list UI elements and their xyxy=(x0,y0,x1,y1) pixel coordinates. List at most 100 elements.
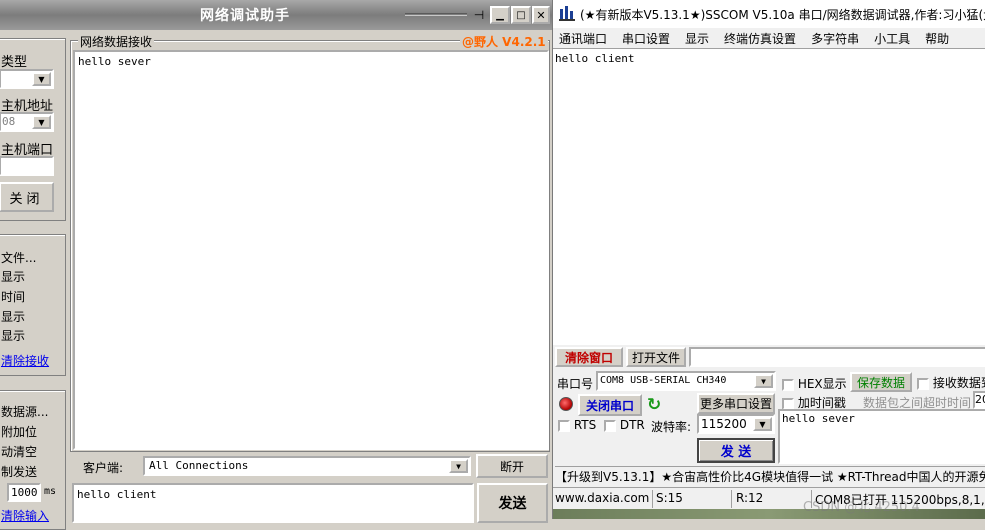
network-settings-group: 类型 ▼ 主机地址 08 ▼ 主机端口 关闭 xyxy=(0,38,66,221)
status-site-link[interactable]: www.daxia.com xyxy=(555,491,649,505)
open-file-button[interactable]: 打开文件 xyxy=(626,347,686,367)
client-label: 客户端: xyxy=(83,461,124,475)
recv-option-0[interactable]: 文件... xyxy=(1,249,36,266)
disconnect-label: 断开 xyxy=(499,459,524,474)
chevron-down-icon: ▼ xyxy=(754,374,773,388)
clear-window-button[interactable]: 清除窗口 xyxy=(555,347,623,367)
send-option-2[interactable]: 动清空 xyxy=(1,443,37,460)
left-title-divider xyxy=(405,13,467,16)
menu-help[interactable]: 帮助 xyxy=(925,32,949,46)
timeout-value: 20 xyxy=(975,393,985,406)
chevron-down-icon: ▼ xyxy=(449,459,468,473)
left-send-label: 发送 xyxy=(498,496,527,512)
type-select[interactable]: ▼ xyxy=(0,69,54,89)
recv-settings-group: 文件... 显示 时间 显示 显示 清除接收 xyxy=(0,234,66,376)
left-recv-text: hello sever xyxy=(78,55,151,68)
disconnect-button[interactable]: 断开 xyxy=(476,454,548,478)
more-serial-settings-label: 更多串口设置 xyxy=(699,397,772,411)
recv-option-3[interactable]: 显示 xyxy=(1,308,25,325)
hex-display-label: HEX显示 xyxy=(797,377,847,391)
host-addr-select[interactable]: 08 ▼ xyxy=(0,112,54,132)
close-port-button[interactable]: 关闭串口 xyxy=(578,394,642,416)
rts-label: RTS xyxy=(573,418,597,432)
dtr-label: DTR xyxy=(619,418,645,432)
recv-group-title: 网络数据接收 xyxy=(78,33,155,50)
send-settings-group: 数据源... 附加位 动清空 制发送 1000 ms 清除输入 xyxy=(0,390,66,530)
clear-recv-link[interactable]: 清除接收 xyxy=(1,352,49,369)
left-send-button[interactable]: 发送 xyxy=(477,483,548,523)
status-divider xyxy=(652,490,653,508)
right-send-label: 发 送 xyxy=(720,445,752,460)
connect-close-button[interactable]: 关闭 xyxy=(0,182,54,212)
send-option-0[interactable]: 数据源... xyxy=(1,403,48,420)
menu-display[interactable]: 显示 xyxy=(685,32,709,46)
host-port-input[interactable] xyxy=(0,156,54,176)
promo-banner[interactable]: 【升级到V5.13.1】★合宙高性价比4G模块值得一试 ★RT-Thread中国… xyxy=(555,466,985,486)
menu-tools[interactable]: 小工具 xyxy=(874,32,910,46)
right-window-title: (★有新版本V5.13.1★)SSCOM V5.10a 串口/网络数据调试器,作… xyxy=(580,8,985,22)
recv-to-file-label: 接收数据到 xyxy=(932,376,985,390)
open-file-label: 打开文件 xyxy=(631,350,680,365)
connect-close-label: 关闭 xyxy=(9,191,44,207)
menu-multi-string[interactable]: 多字符串 xyxy=(811,32,859,46)
left-window-title: 网络调试助手 xyxy=(200,8,290,24)
refresh-icon[interactable]: ↻ xyxy=(647,395,661,415)
chevron-down-icon: ▼ xyxy=(753,417,772,431)
recv-to-file-checkbox[interactable]: 接收数据到 xyxy=(917,374,985,391)
chevron-down-icon: ▼ xyxy=(32,72,51,86)
maximize-button[interactable]: □ xyxy=(511,6,531,24)
pin-icon[interactable]: ⊣ xyxy=(470,8,488,24)
hex-display-checkbox[interactable]: HEX显示 xyxy=(782,375,847,392)
menu-terminal-emulation[interactable]: 终端仿真设置 xyxy=(724,32,796,46)
rts-checkbox[interactable]: RTS xyxy=(558,418,596,432)
interval-unit: ms xyxy=(44,486,57,497)
left-send-textarea[interactable]: hello client xyxy=(72,483,474,523)
right-send-textarea[interactable]: hello sever xyxy=(778,409,985,464)
left-recv-textarea[interactable]: hello sever xyxy=(73,50,549,450)
port-select-value: COM8 USB-SERIAL CH340 xyxy=(600,375,727,386)
save-data-button[interactable]: 保存数据 xyxy=(850,372,912,392)
save-data-label: 保存数据 xyxy=(856,375,905,390)
csdn-watermark: CSDN @北.4250.4 xyxy=(803,500,920,515)
minimize-button[interactable]: ▁ xyxy=(490,6,510,24)
status-sent-count: S:15 xyxy=(656,491,683,505)
host-addr-value: 08 xyxy=(2,115,16,128)
add-timestamp-label: 加时间戳 xyxy=(797,396,846,410)
interval-input[interactable]: 1000 xyxy=(7,483,41,502)
port-select[interactable]: COM8 USB-SERIAL CH340 ▼ xyxy=(596,371,776,391)
clear-window-label: 清除窗口 xyxy=(564,350,613,365)
left-title-bar: 网络调试助手 ⊣ ▁ □ ✕ xyxy=(0,0,552,30)
recv-option-1[interactable]: 显示 xyxy=(1,268,25,285)
more-serial-settings-button[interactable]: 更多串口设置 xyxy=(697,393,775,414)
status-bar: www.daxia.com S:15 R:12 COM8已打开 115200bp… xyxy=(553,487,985,509)
type-label: 类型 xyxy=(1,55,28,70)
timeout-input[interactable]: 20 xyxy=(973,391,985,409)
send-option-1[interactable]: 附加位 xyxy=(1,423,37,440)
menu-bar: 通讯端口 串口设置 显示 终端仿真设置 多字符串 小工具 帮助 xyxy=(553,28,985,48)
recv-option-2[interactable]: 时间 xyxy=(1,288,25,305)
sscom-app-icon xyxy=(559,5,575,21)
recv-option-4[interactable]: 显示 xyxy=(1,327,25,344)
left-window: 网络调试助手 ⊣ ▁ □ ✕ 类型 ▼ 主机地址 08 ▼ 主机端口 关闭 文件… xyxy=(0,0,552,530)
baud-label: 波特率: xyxy=(651,420,692,434)
menu-comm-port[interactable]: 通讯端口 xyxy=(559,32,607,46)
right-send-button[interactable]: 发 送 xyxy=(697,438,775,463)
file-path-input[interactable] xyxy=(689,347,985,367)
status-divider xyxy=(731,490,732,508)
left-send-text: hello client xyxy=(77,488,157,501)
baud-select[interactable]: 115200 ▼ xyxy=(697,414,775,434)
desktop-strip xyxy=(553,509,985,519)
right-recv-textarea[interactable]: hello client xyxy=(553,48,985,345)
close-port-label: 关闭串口 xyxy=(585,398,634,413)
menu-serial-settings[interactable]: 串口设置 xyxy=(622,32,670,46)
dtr-checkbox[interactable]: DTR xyxy=(604,418,645,432)
close-window-button[interactable]: ✕ xyxy=(532,6,550,24)
port-label: 串口号 xyxy=(557,377,594,391)
chevron-down-icon: ▼ xyxy=(32,115,51,129)
right-send-text: hello sever xyxy=(782,412,855,425)
clear-input-link[interactable]: 清除输入 xyxy=(1,507,49,524)
client-select[interactable]: All Connections ▼ xyxy=(143,456,471,476)
baud-select-value: 115200 xyxy=(701,417,747,431)
status-received-count: R:12 xyxy=(736,491,764,505)
send-option-3[interactable]: 制发送 xyxy=(1,463,37,480)
